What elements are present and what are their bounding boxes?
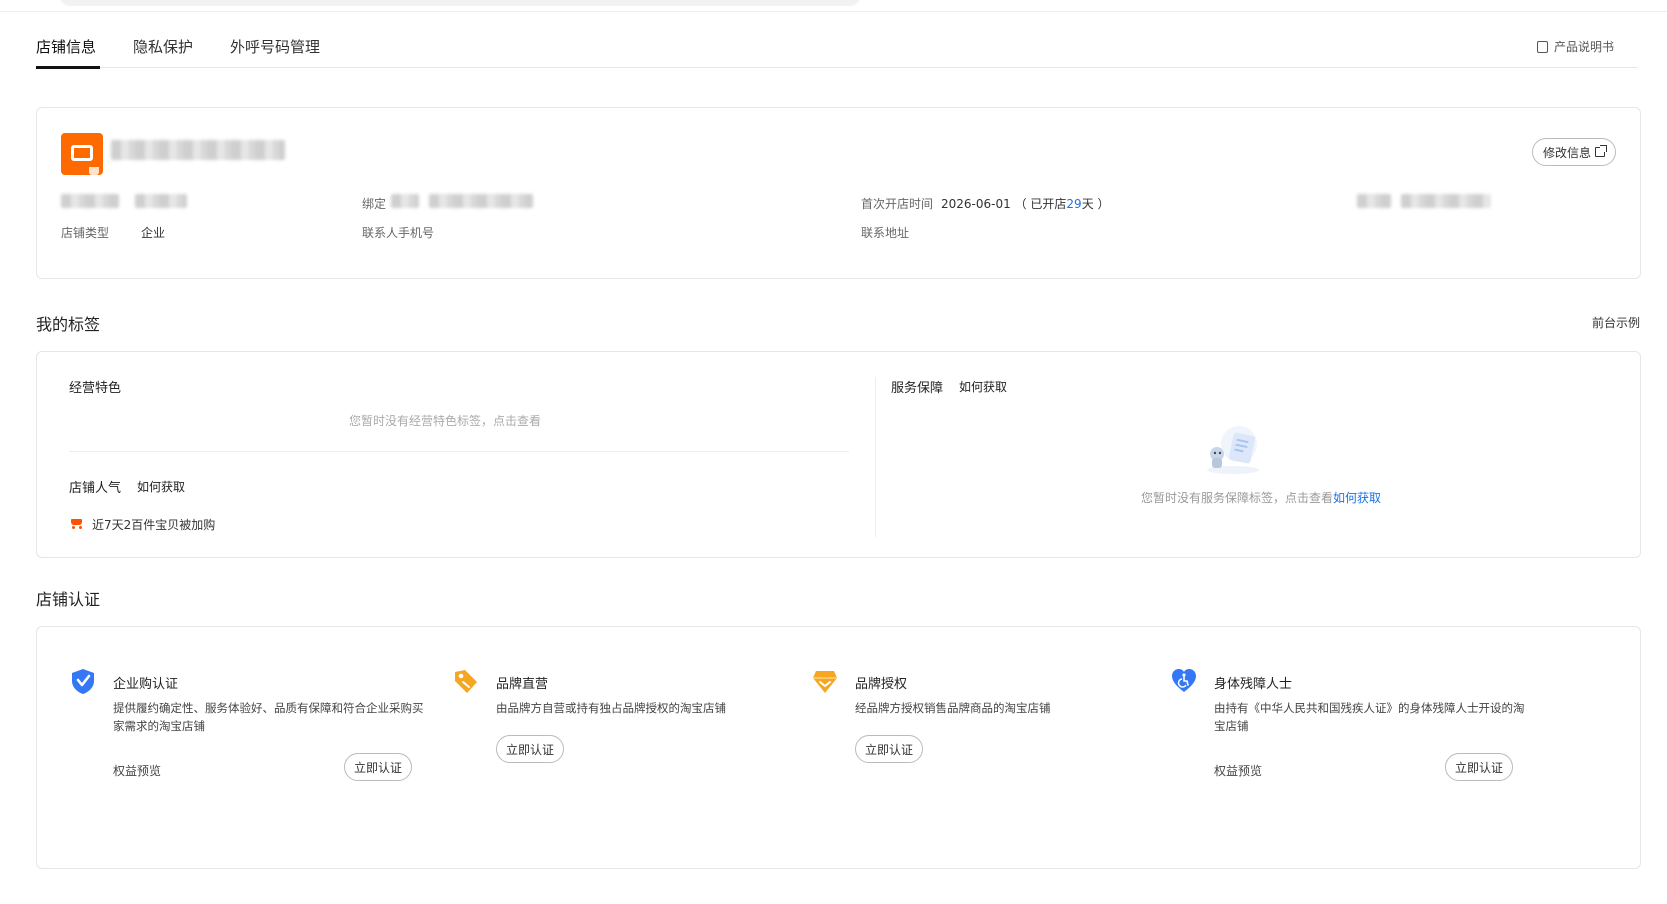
certify-now-button[interactable]: 立即认证 [1445,753,1514,781]
my-tags-title: 我的标签 [36,315,101,334]
tab-divider [100,67,1638,68]
redacted-value [1357,194,1391,208]
redacted-value [391,194,419,208]
book-icon [1536,40,1548,53]
external-link-icon [1595,145,1607,157]
benefit-preview-link[interactable]: 权益预览 [1214,762,1262,779]
tab-bar: 店铺信息 隐私保护 外呼号码管理 产品说明书 [36,30,1638,70]
cart-icon [69,517,83,529]
edit-info-label: 修改信息 [1542,145,1591,160]
cert-name: 品牌授权 [855,677,908,692]
cert-name: 身体残障人士 [1214,677,1293,692]
shop-popularity-title: 店铺人气 [69,481,122,496]
business-features-empty[interactable]: 您暂时没有经营特色标签，点击查看 [349,412,541,429]
open-days-count: 29 [1066,197,1082,211]
redacted-address [1401,194,1491,208]
cert-desc: 经品牌方授权销售品牌商品的淘宝店铺 [855,701,1051,715]
benefit-preview-link[interactable]: 权益预览 [113,762,161,779]
cert-item-enterprise: 企业购认证 提供履约确定性、服务体验好、品质有保障和符合企业采购买家需求的淘宝店… [37,627,424,867]
shop-icon [71,145,93,161]
certification-title: 店铺认证 [36,590,101,609]
shop-type-label: 店铺类型 [61,226,110,240]
service-guarantee-title: 服务保障 [891,381,944,396]
tab-active-indicator [36,66,100,69]
service-empty-link[interactable]: 如何获取 [1333,491,1381,505]
business-features-title: 经营特色 [69,381,122,396]
cert-desc: 由品牌方自营或持有独占品牌授权的淘宝店铺 [496,701,726,715]
redacted-phone [429,194,533,208]
diamond-badge-icon [813,671,837,693]
cert-item-brand-authorized: 品牌授权 经品牌方授权销售品牌商品的淘宝店铺 立即认证 [779,627,1129,867]
redacted-value [61,194,119,208]
open-date: 2026-06-01 （ 已开店29天 ） [941,195,1110,212]
product-manual-link[interactable]: 产品说明书 [1536,38,1614,55]
cert-desc: 由持有《中华人民共和国残疾人证》的身体残障人士开设的淘宝店铺 [1214,701,1525,733]
shop-logo [61,133,103,175]
open-date-value: 2026-06-01 [941,197,1011,211]
service-empty-text: 您暂时没有服务保障标签，点击查看如何获取 [1141,489,1381,506]
shop-name-redacted [111,140,285,160]
shop-type-value: 企业 [141,226,166,240]
open-time-label: 首次开店时间 [861,197,934,211]
open-days-suffix: 天 ） [1081,197,1110,211]
tags-card: 经营特色 您暂时没有经营特色标签，点击查看 店铺人气 如何获取 近7天2百件宝贝… [36,351,1641,558]
certify-now-button[interactable]: 立即认证 [496,735,565,763]
divider-vertical [875,377,876,537]
contact-address-label: 联系地址 [861,226,910,240]
tab-privacy[interactable]: 隐私保护 [133,36,193,57]
cert-desc: 提供履约确定性、服务体验好、品质有保障和符合企业采购买家需求的淘宝店铺 [113,701,424,733]
certify-now-button[interactable]: 立即认证 [855,735,924,763]
empty-state-illustration [1207,426,1259,474]
popularity-item: 近7天2百件宝贝被加购 [92,518,216,532]
edit-info-button[interactable]: 修改信息 [1531,138,1616,166]
bind-label: 绑定 [362,197,387,211]
cert-item-disability: 身体残障人士 由持有《中华人民共和国残疾人证》的身体残障人士开设的淘宝店铺 权益… [1138,627,1525,867]
top-search-bar[interactable] [60,0,860,6]
open-days-prefix: （ 已开店 [1014,197,1067,211]
tab-outbound-numbers[interactable]: 外呼号码管理 [230,36,320,57]
cert-name: 企业购认证 [113,677,179,692]
divider [69,451,849,452]
frontend-example-link[interactable]: 前台示例 [1592,314,1640,331]
contact-phone-label: 联系人手机号 [362,226,435,240]
shield-check-icon [72,669,94,694]
certify-now-button[interactable]: 立即认证 [344,753,413,781]
tab-shop-info[interactable]: 店铺信息 [36,36,96,57]
cert-name: 品牌直营 [496,677,549,692]
shop-info-card: 修改信息 店铺类型 企业 绑定 联系人手机号 首次开店时间 2026-06-01… [36,107,1641,279]
heart-accessibility-icon [1172,669,1196,692]
certification-card: 企业购认证 提供履约确定性、服务体验好、品质有保障和符合企业采购买家需求的淘宝店… [36,626,1641,869]
service-empty-message: 您暂时没有服务保障标签，点击查看 [1141,491,1334,505]
tag-icon [455,670,477,693]
popularity-how-to-get-link[interactable]: 如何获取 [137,478,185,495]
top-bar [0,0,1667,12]
cert-item-brand-direct: 品牌直营 由品牌方自营或持有独占品牌授权的淘宝店铺 立即认证 [420,627,770,867]
product-manual-label: 产品说明书 [1553,40,1614,54]
redacted-value [135,194,187,208]
service-how-to-get-link[interactable]: 如何获取 [959,378,1007,395]
